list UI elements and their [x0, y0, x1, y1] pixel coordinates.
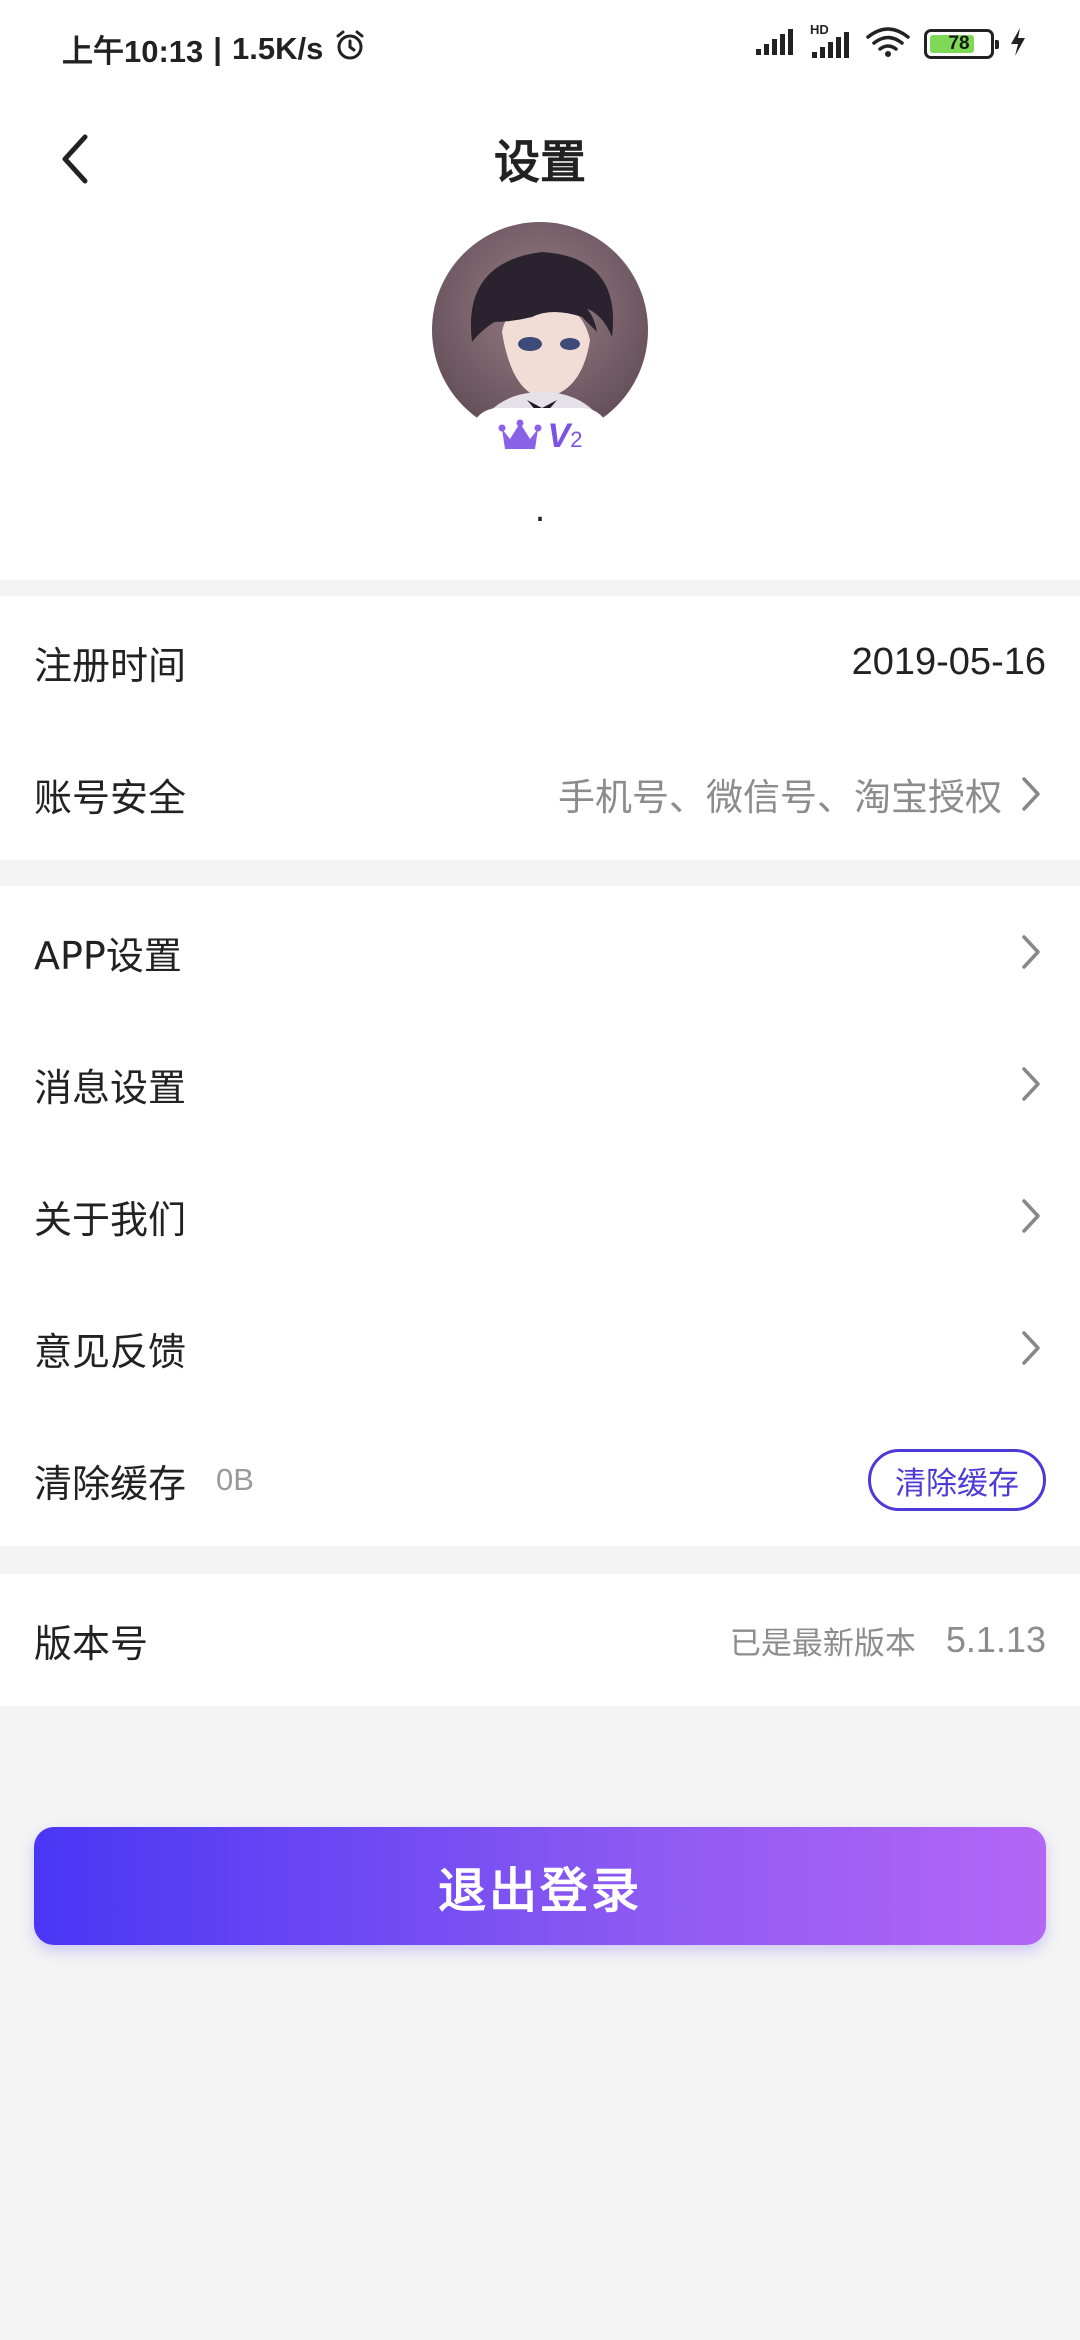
chevron-right-icon — [1016, 932, 1046, 972]
clear-cache-right: 清除缓存 — [868, 1449, 1046, 1511]
status-time: 上午10:13 — [62, 34, 204, 69]
feedback-row[interactable]: 意见反馈 — [0, 1282, 1080, 1414]
register-time-label: 注册时间 — [34, 643, 187, 688]
feedback-right — [1016, 1328, 1046, 1368]
cache-size: 0B — [216, 1462, 254, 1497]
message-settings-row[interactable]: 消息设置 — [0, 1018, 1080, 1150]
chevron-right-icon — [1016, 1328, 1046, 1368]
about-us-label: 关于我们 — [34, 1197, 187, 1242]
alarm-icon — [333, 28, 367, 70]
vip-level: V2 — [548, 417, 583, 456]
clear-cache-row: 清除缓存 0B 清除缓存 — [0, 1414, 1080, 1546]
charging-icon — [1008, 26, 1028, 62]
chevron-right-icon — [1016, 774, 1046, 814]
version-right: 已是最新版本 5.1.13 — [730, 1618, 1046, 1663]
cell-signal-icon — [756, 27, 796, 61]
battery-icon: 78 — [924, 29, 999, 59]
version-number: 5.1.13 — [945, 1619, 1046, 1660]
register-time-row: 注册时间 2019-05-16 — [0, 596, 1080, 728]
logout-button[interactable]: 退出登录 — [34, 1827, 1046, 1945]
status-left: 上午10:13 | 1.5K/s — [62, 26, 367, 71]
message-settings-right — [1016, 1064, 1046, 1104]
page-title: 设置 — [494, 135, 586, 189]
message-settings-label: 消息设置 — [34, 1065, 187, 1110]
version-row[interactable]: 版本号 已是最新版本 5.1.13 — [0, 1574, 1080, 1706]
cell-signal-hd-icon: HD — [810, 22, 852, 60]
app-settings-row[interactable]: APP设置 — [0, 886, 1080, 1018]
app-settings-label: APP设置 — [34, 933, 182, 978]
status-right: HD 78 — [756, 22, 1028, 62]
account-security-value: 手机号、微信号、淘宝授权 — [558, 776, 1002, 819]
clear-cache-button[interactable]: 清除缓存 — [868, 1449, 1046, 1511]
avatar[interactable] — [432, 222, 648, 438]
clear-cache-label: 清除缓存 — [34, 1461, 187, 1506]
status-bar: 上午10:13 | 1.5K/s HD 78 — [0, 0, 1080, 96]
status-separator: | — [213, 30, 222, 66]
account-security-right: 手机号、微信号、淘宝授权 — [558, 767, 1046, 821]
battery-percent: 78 — [948, 33, 970, 54]
about-us-right — [1016, 1196, 1046, 1236]
vip-level-letter: V — [547, 416, 571, 455]
account-security-row[interactable]: 账号安全 手机号、微信号、淘宝授权 — [0, 728, 1080, 860]
vip-badge: V2 — [470, 408, 610, 464]
register-time-value: 2019-05-16 — [851, 640, 1046, 683]
wifi-icon — [866, 26, 910, 62]
nav-bar: 设置 — [0, 96, 1080, 226]
chevron-right-icon — [1016, 1196, 1046, 1236]
version-label: 版本号 — [34, 1621, 149, 1666]
nickname: . — [534, 490, 546, 530]
crown-icon — [498, 419, 542, 449]
account-security-label: 账号安全 — [34, 775, 187, 820]
network-speed: 1.5K/s — [231, 30, 324, 66]
chevron-right-icon — [1016, 1064, 1046, 1104]
about-us-row[interactable]: 关于我们 — [0, 1150, 1080, 1282]
version-status: 已是最新版本 — [729, 1625, 916, 1662]
avatar-container[interactable]: V2 — [432, 222, 648, 464]
vip-level-number: 2 — [570, 426, 583, 452]
register-time-right: 2019-05-16 — [852, 641, 1046, 684]
feedback-label: 意见反馈 — [34, 1329, 187, 1374]
app-settings-right — [1016, 932, 1046, 972]
header-area: 上午10:13 | 1.5K/s HD 78 设置 V2 . — [0, 0, 1080, 580]
